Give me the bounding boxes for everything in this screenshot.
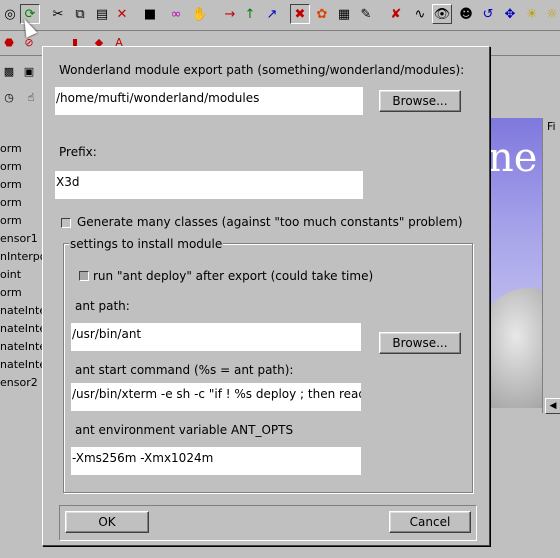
tree-item[interactable]: nateInte — [0, 340, 46, 353]
tree-item[interactable]: nInterpo — [0, 250, 47, 263]
ant-path-label: ant path: — [75, 299, 130, 313]
tree-item[interactable]: oint — [0, 268, 21, 281]
browse-export-path-button[interactable]: Browse... — [379, 90, 461, 112]
eye-icon[interactable]: 👁 — [432, 4, 452, 24]
texture-icon[interactable]: ▦ — [334, 4, 354, 24]
scroll-left-arrow-icon[interactable]: ◀ — [545, 398, 560, 414]
cross-icon[interactable]: ✖ — [290, 4, 310, 24]
browse-ant-path-button[interactable]: Browse... — [379, 332, 461, 354]
main-toolbar: ◎ ⟳ ✂ ⧉ ▤ ✕ ■ ∞ ✋ → ↑ ↗ ✖ ✿ ▦ ✎ ✘ ∿ 👁 ☻ … — [0, 0, 560, 31]
ant-start-command-label: ant start command (%s = ant path): — [75, 363, 294, 377]
delete-icon[interactable]: ✕ — [112, 4, 132, 24]
scene-text: ne — [488, 135, 538, 181]
cut-icon[interactable]: ✂ — [48, 4, 68, 24]
tree-item[interactable]: ensor2 — [0, 376, 38, 389]
frame-icon[interactable]: ▣ — [20, 62, 38, 80]
side-panel — [542, 118, 560, 413]
stop-sign-icon[interactable]: ⬣ — [0, 33, 18, 51]
tree-item[interactable]: ensor1 — [0, 232, 38, 245]
ant-opts-field[interactable]: -Xms256m -Xmx1024m — [71, 447, 361, 475]
edit-icon[interactable]: ✎ — [356, 4, 376, 24]
person-icon[interactable]: ✘ — [386, 4, 406, 24]
stop-icon[interactable]: ■ — [140, 4, 160, 24]
rotate-icon[interactable]: ↺ — [478, 4, 498, 24]
install-settings-title: settings to install module — [69, 237, 224, 251]
arrow-diagonal-icon[interactable]: ↗ — [262, 4, 282, 24]
tree-item[interactable]: orm — [0, 196, 22, 209]
arrow-right-icon[interactable]: → — [220, 4, 240, 24]
tree-item[interactable]: orm — [0, 178, 22, 191]
ant-opts-label: ant environment variable ANT_OPTS — [75, 423, 294, 437]
grab-icon[interactable]: ☝ — [22, 88, 40, 106]
many-classes-checkbox[interactable] — [61, 218, 71, 228]
move-icon[interactable]: ✥ — [500, 4, 520, 24]
clock-icon[interactable]: ◷ — [0, 88, 18, 106]
tree-item[interactable]: orm — [0, 160, 22, 173]
side-tab[interactable]: Fi — [547, 120, 556, 133]
terrain — [488, 288, 542, 408]
ok-button[interactable]: OK — [65, 511, 149, 533]
copy-icon[interactable]: ⧉ — [70, 4, 90, 24]
wave-icon[interactable]: ∿ — [410, 4, 430, 24]
tree-item[interactable]: nateInte — [0, 322, 46, 335]
run-ant-checkbox[interactable] — [79, 271, 89, 281]
light-icon[interactable]: ☼ — [542, 4, 560, 24]
export-path-label: Wonderland module export path (something… — [59, 63, 465, 77]
tree-item[interactable]: orm — [0, 142, 22, 155]
search-icon[interactable]: ◎ — [0, 4, 20, 24]
many-classes-label: Generate many classes (against "too much… — [77, 215, 463, 229]
scene-tree: orm orm orm orm orm ensor1 nInterpo oint… — [0, 118, 47, 418]
hand-icon[interactable]: ✋ — [190, 4, 210, 24]
cancel-button[interactable]: Cancel — [389, 511, 471, 533]
tree-item[interactable]: nateInte — [0, 304, 46, 317]
tree-item[interactable]: orm — [0, 286, 22, 299]
color-wheel-icon[interactable]: ✿ — [312, 4, 332, 24]
grid-icon[interactable]: ▩ — [0, 62, 18, 80]
prefix-label: Prefix: — [59, 145, 97, 159]
ant-path-field[interactable]: /usr/bin/ant — [71, 323, 361, 351]
run-ant-label: run "ant deploy" after export (could tak… — [93, 269, 374, 283]
export-path-field[interactable]: /home/mufti/wonderland/modules — [55, 87, 363, 115]
tree-item[interactable]: nateInte — [0, 358, 46, 371]
sun-icon[interactable]: ☀ — [522, 4, 542, 24]
export-dialog: Wonderland module export path (something… — [42, 46, 490, 546]
ant-start-command-field[interactable]: /usr/bin/xterm -e sh -c "if ! %s deploy … — [71, 383, 361, 411]
link-icon[interactable]: ∞ — [166, 4, 186, 24]
alien-icon[interactable]: ☻ — [456, 4, 476, 24]
tree-item[interactable]: orm — [0, 214, 22, 227]
prefix-field[interactable]: X3d — [55, 171, 363, 199]
paste-icon[interactable]: ▤ — [92, 4, 112, 24]
arrow-up-icon[interactable]: ↑ — [240, 4, 260, 24]
